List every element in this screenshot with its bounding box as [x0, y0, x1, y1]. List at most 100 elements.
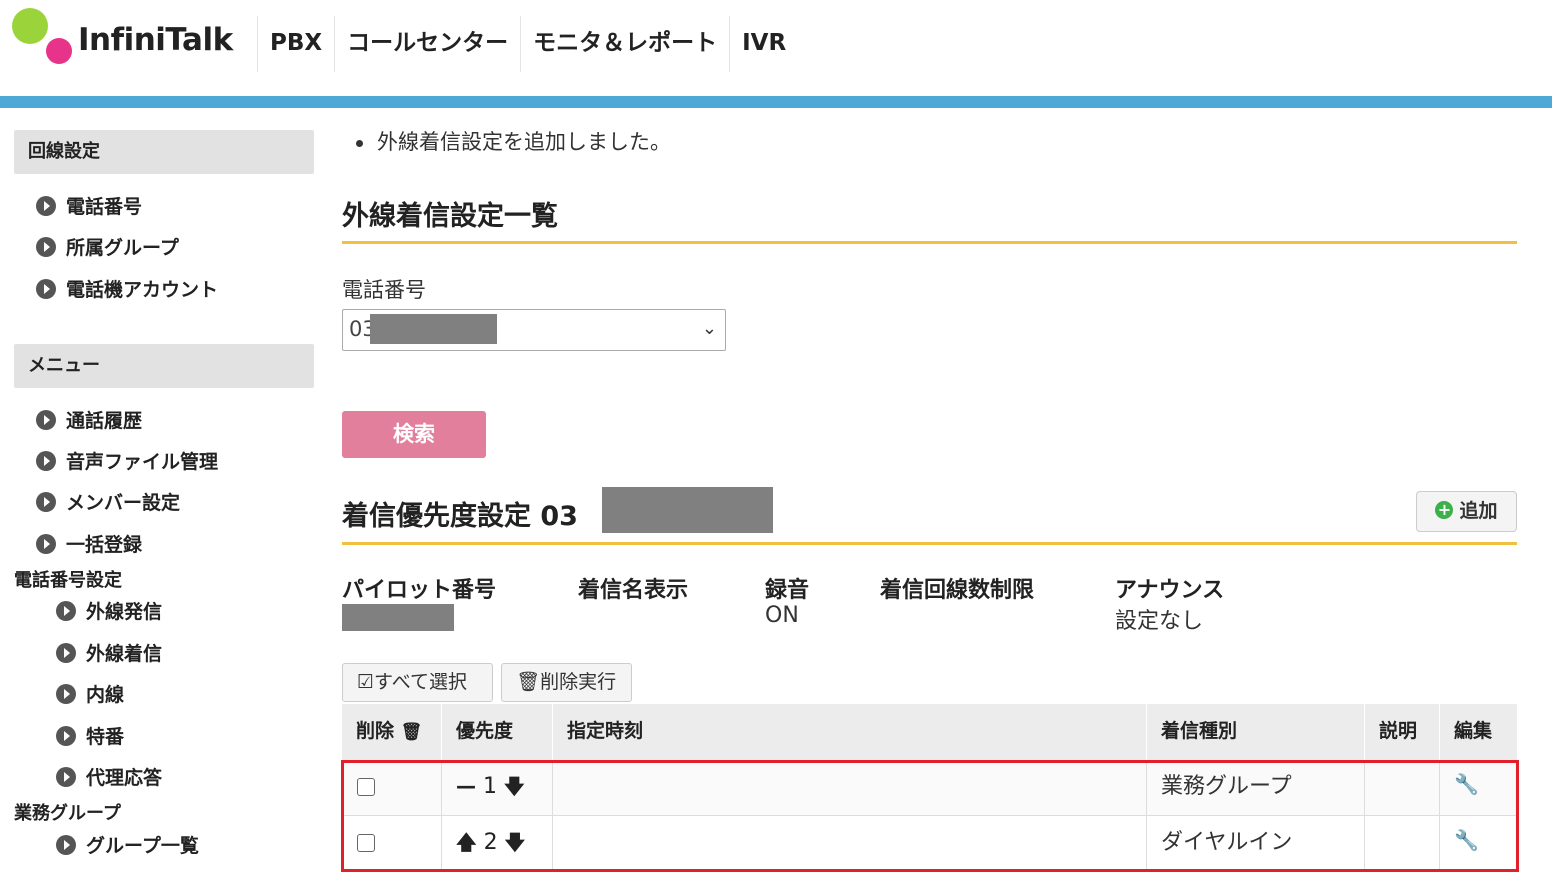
- sidebar-item-bulk-register[interactable]: 一括登録: [36, 532, 142, 558]
- sidebar-item-group[interactable]: 所属グループ: [36, 235, 179, 261]
- top-header: InfiniTalk PBX コールセンター モニタ＆レポート IVR: [0, 0, 1552, 96]
- bullet-arrow-icon: [56, 642, 76, 663]
- sidebar-item-call-history[interactable]: 通話履歴: [36, 408, 142, 434]
- cell-edit: 🔧: [1440, 816, 1517, 872]
- priority-title: 着信優先度設定 03: [342, 501, 578, 532]
- sidebar-item-outgoing[interactable]: 外線発信: [56, 599, 162, 625]
- cell-delete: [342, 816, 442, 872]
- table-header: 削除 🗑 優先度 指定時刻 着信種別 説明 編集: [342, 704, 1517, 760]
- sidebar-section-menu: メニュー: [14, 344, 314, 388]
- info-caller-name-label: 着信名表示: [578, 578, 689, 603]
- redacted-phone-mask: [370, 314, 497, 344]
- bullet-arrow-icon: [56, 766, 76, 787]
- nav-pbx[interactable]: PBX: [257, 16, 334, 72]
- priority-value: 2: [483, 830, 498, 855]
- bullet-arrow-icon: [56, 725, 76, 746]
- sidebar-item-label: 内線: [86, 684, 125, 706]
- sidebar-item-label: グループ一覧: [86, 835, 199, 857]
- logo[interactable]: InfiniTalk: [12, 8, 242, 70]
- wrench-icon[interactable]: 🔧: [1454, 828, 1479, 852]
- redacted-number-mask: [602, 487, 773, 533]
- wrench-icon[interactable]: 🔧: [1454, 772, 1479, 796]
- sidebar-item-incoming[interactable]: 外線着信: [56, 641, 162, 667]
- arrow-up-icon[interactable]: 🡅: [456, 830, 477, 854]
- check-icon: ☑: [357, 671, 375, 693]
- sidebar-subheading-phone-settings: 電話番号設定: [14, 570, 122, 591]
- cell-time: [553, 816, 1147, 872]
- arrow-down-icon[interactable]: 🡇: [505, 830, 526, 854]
- delete-execute-button[interactable]: 🗑削除実行: [501, 663, 632, 702]
- info-recording-value: ON: [765, 603, 799, 628]
- nav-ivr[interactable]: IVR: [729, 16, 798, 72]
- phone-field-label: 電話番号: [342, 278, 426, 302]
- delete-execute-label: 削除実行: [540, 671, 617, 693]
- sidebar-item-label: 特番: [86, 726, 125, 748]
- info-line-limit-label: 着信回線数制限: [880, 578, 1035, 603]
- sidebar-item-proxy-answer[interactable]: 代理応答: [56, 765, 162, 791]
- row-delete-checkbox[interactable]: [357, 778, 375, 796]
- sidebar-item-phone-account[interactable]: 電話機アカウント: [36, 277, 218, 303]
- sidebar-item-group-list[interactable]: グループ一覧: [56, 833, 199, 859]
- sidebar-section-line-settings: 回線設定: [14, 130, 314, 174]
- bullet-arrow-icon: [56, 834, 76, 855]
- sidebar-item-label: 電話機アカウント: [66, 279, 219, 301]
- nav-monitor-report[interactable]: モニタ＆レポート: [520, 16, 729, 72]
- bullet-arrow-icon: [36, 491, 56, 512]
- col-priority: 優先度: [442, 704, 553, 760]
- table-row: 🡅 2 🡇 ダイヤルイン 🔧: [342, 816, 1517, 872]
- nav-call-center[interactable]: コールセンター: [334, 16, 520, 72]
- sidebar-item-audio-files[interactable]: 音声ファイル管理: [36, 449, 218, 475]
- col-description: 説明: [1365, 704, 1440, 760]
- sidebar-item-label: 通話履歴: [66, 410, 143, 432]
- add-button[interactable]: + 追加: [1416, 491, 1517, 532]
- arrow-down-icon[interactable]: 🡇: [504, 774, 525, 798]
- info-recording-label: 録音: [765, 578, 810, 603]
- col-delete-label: 削除: [356, 720, 395, 742]
- sidebar-item-special-number[interactable]: 特番: [56, 724, 124, 750]
- select-all-label: すべて選択: [374, 671, 467, 693]
- cell-type: ダイヤルイン: [1147, 816, 1365, 872]
- cell-description: [1365, 816, 1440, 872]
- sidebar-item-label: 外線着信: [86, 643, 163, 665]
- header-accent-bar: [0, 96, 1552, 108]
- trash-icon: 🗑: [400, 722, 423, 742]
- bullet-arrow-icon: [36, 533, 56, 554]
- col-edit: 編集: [1454, 720, 1493, 742]
- info-pilot-number-label: パイロット番号: [342, 578, 497, 603]
- row-delete-checkbox[interactable]: [357, 834, 375, 852]
- priority-value: 1: [483, 774, 497, 799]
- cell-priority: 🡅 2 🡇: [442, 816, 553, 872]
- bullet-dot-icon: [356, 139, 363, 147]
- redacted-pilot-mask: [342, 604, 454, 631]
- cell-type: 業務グループ: [1147, 760, 1365, 816]
- col-type: 着信種別: [1147, 704, 1365, 760]
- sidebar-item-extension[interactable]: 内線: [56, 682, 124, 708]
- sidebar-item-phone-number[interactable]: 電話番号: [36, 194, 142, 220]
- search-button[interactable]: 検索: [342, 411, 486, 458]
- bullet-arrow-icon: [56, 683, 76, 704]
- minus-icon: —: [456, 774, 476, 798]
- chevron-down-icon: ⌄: [701, 318, 717, 339]
- sidebar-item-label: 一括登録: [66, 534, 143, 556]
- sidebar-item-members[interactable]: メンバー設定: [36, 490, 180, 516]
- sidebar-item-label: 外線発信: [86, 601, 163, 623]
- add-plus-icon: +: [1435, 500, 1454, 519]
- cell-edit: 🔧: [1440, 760, 1517, 816]
- select-all-button[interactable]: ☑すべて選択: [342, 663, 493, 702]
- bullet-arrow-icon: [36, 236, 56, 257]
- sidebar-item-label: メンバー設定: [66, 492, 181, 514]
- cell-priority: — 1 🡇: [442, 760, 553, 816]
- bullet-arrow-icon: [36, 195, 56, 216]
- priority-control: — 1 🡇: [456, 772, 525, 806]
- list-title: 外線着信設定一覧: [342, 201, 558, 232]
- col-time: 指定時刻: [553, 704, 1147, 760]
- cell-time: [553, 760, 1147, 816]
- section-divider: [342, 542, 1517, 545]
- brand-name: InfiniTalk: [78, 22, 233, 58]
- cell-description: [1365, 760, 1440, 816]
- sidebar-item-label: 代理応答: [86, 767, 163, 789]
- table-row: — 1 🡇 業務グループ 🔧: [342, 760, 1517, 816]
- section-divider: [342, 241, 1517, 244]
- sidebar: 回線設定 電話番号 所属グループ 電話機アカウント メニュー 通話履歴 音声ファ…: [0, 108, 330, 873]
- top-nav: PBX コールセンター モニタ＆レポート IVR: [257, 16, 798, 72]
